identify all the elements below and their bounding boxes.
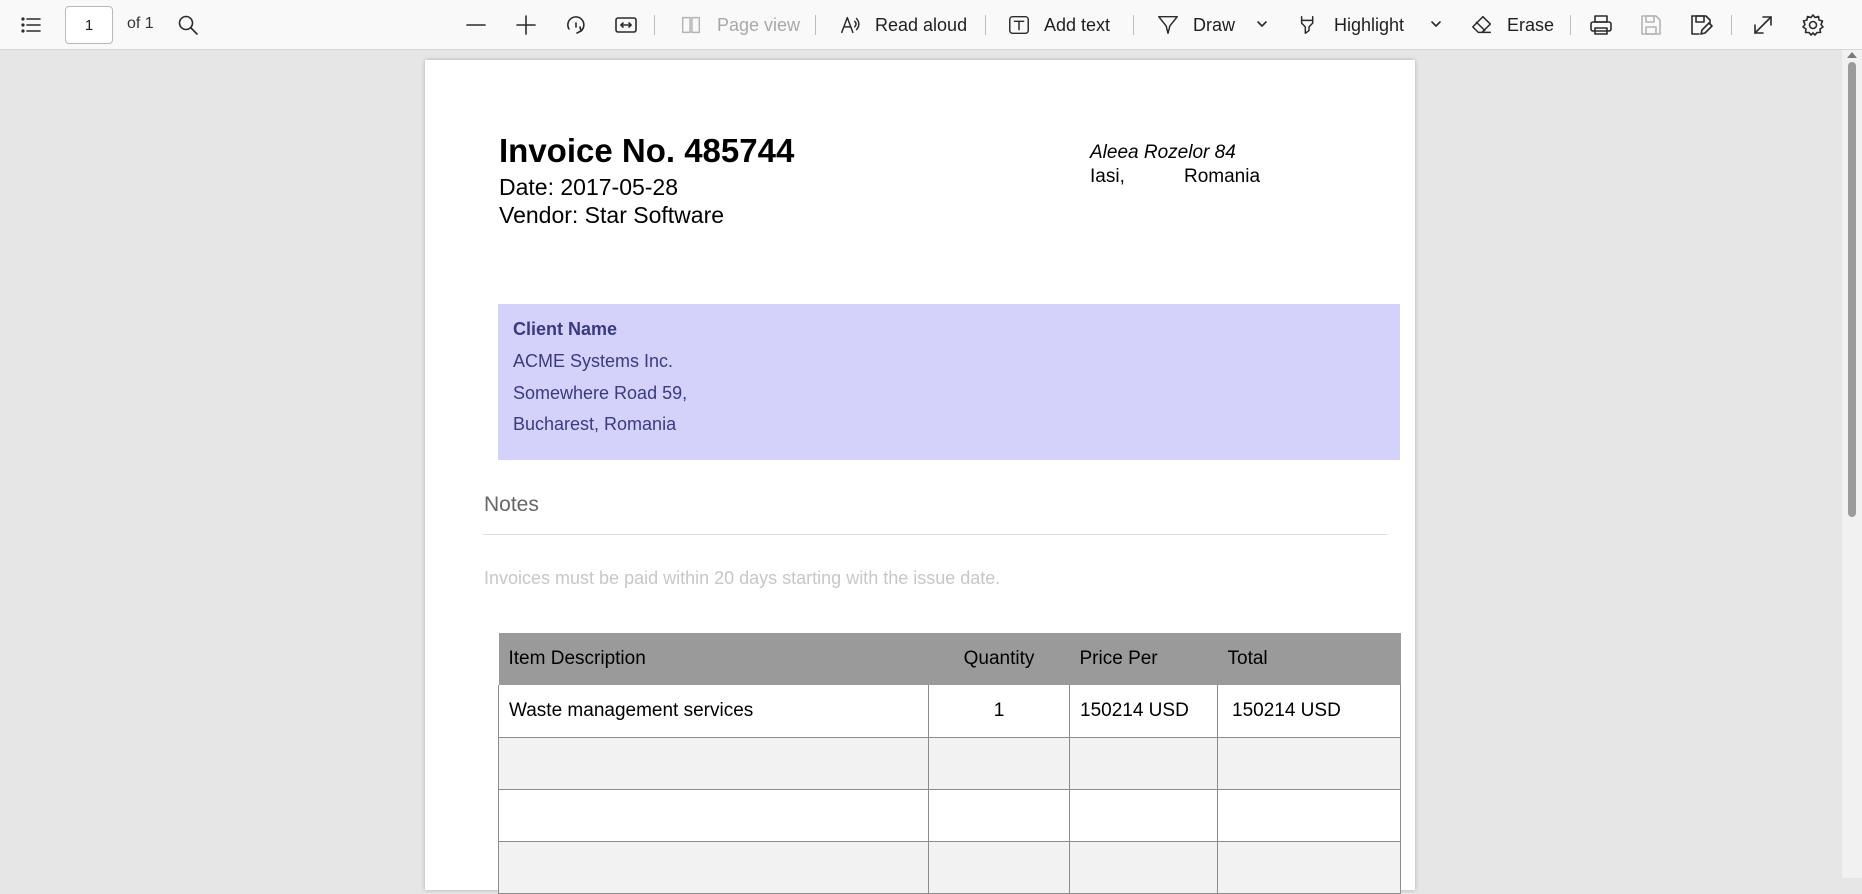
vertical-scrollbar[interactable]	[1842, 50, 1862, 878]
add-text-button[interactable]: Add text	[1007, 13, 1110, 37]
cell-total	[1217, 789, 1401, 842]
cell-quantity	[928, 789, 1070, 842]
page-count-label: of 1	[127, 15, 154, 32]
search-icon	[178, 15, 198, 35]
fit-to-width-button[interactable]	[613, 12, 639, 38]
chevron-down-icon	[1431, 21, 1441, 27]
draw-label: Draw	[1193, 14, 1236, 35]
settings-button[interactable]	[1800, 12, 1826, 38]
pdf-toolbar: 1 of 1 Page view Read aloud Add text Dra…	[0, 0, 1862, 50]
column-header-quantity: Quantity	[928, 633, 1070, 685]
cell-quantity	[928, 737, 1070, 790]
highlight-options-dropdown[interactable]	[1428, 16, 1444, 32]
save-as-icon	[1691, 15, 1713, 35]
invoice-vendor: Vendor: Star Software	[499, 202, 725, 228]
full-screen-button[interactable]	[1750, 12, 1776, 38]
client-heading: Client Name	[513, 319, 618, 339]
toolbar-separator	[1133, 15, 1134, 35]
vendor-address-city: Iasi,	[1090, 166, 1125, 187]
highlight-label: Highlight	[1334, 14, 1405, 35]
erase-label: Erase	[1507, 14, 1555, 35]
save-button[interactable]	[1638, 12, 1664, 38]
cell-description	[498, 841, 929, 894]
notes-heading: Notes	[484, 493, 539, 516]
invoice-title: Invoice No. 485744	[499, 132, 795, 169]
chevron-down-icon	[1257, 21, 1267, 27]
save-as-button[interactable]	[1688, 12, 1714, 38]
read-aloud-button[interactable]: Read aloud	[839, 13, 967, 37]
zoom-out-button[interactable]	[463, 12, 489, 38]
highlight-button[interactable]: Highlight	[1297, 13, 1404, 37]
client-street: Somewhere Road 59,	[513, 383, 688, 403]
zoom-in-button[interactable]	[513, 12, 539, 38]
cell-total	[1217, 841, 1401, 894]
cell-description	[498, 737, 929, 790]
table-row: Waste management services 1 150214 USD 1…	[498, 685, 1401, 738]
minus-icon	[466, 24, 486, 26]
toolbar-separator	[1731, 15, 1732, 35]
highlighter-icon	[1300, 15, 1314, 35]
save-icon	[1641, 15, 1661, 35]
draw-options-dropdown[interactable]	[1254, 16, 1270, 32]
add-text-label: Add text	[1044, 14, 1111, 35]
cell-price	[1069, 737, 1218, 790]
toolbar-separator	[1570, 15, 1571, 35]
client-info-box: Client Name ACME Systems Inc. Somewhere …	[498, 304, 1400, 460]
column-header-price: Price Per	[1069, 633, 1218, 685]
gear-icon	[1802, 14, 1824, 36]
cell-quantity: 1	[928, 685, 1070, 738]
items-table: Item Description Quantity Price Per Tota…	[498, 633, 1401, 894]
toolbar-separator	[654, 15, 655, 35]
vendor-address-street: Aleea Rozelor 84	[1090, 142, 1236, 163]
fit-width-icon	[615, 17, 637, 33]
vendor-address-country: Romania	[1184, 166, 1261, 187]
text-box-icon	[1009, 15, 1029, 35]
list-icon	[21, 17, 41, 33]
table-header-row: Item Description Quantity Price Per Tota…	[498, 633, 1401, 685]
cell-price: 150214 USD	[1069, 685, 1218, 738]
page-number-input[interactable]: 1	[65, 6, 113, 44]
print-button[interactable]	[1588, 12, 1614, 38]
invoice-date: Date: 2017-05-28	[499, 174, 679, 200]
toolbar-separator	[815, 15, 816, 35]
pdf-page: Invoice No. 485744 Date: 2017-05-28 Vend…	[425, 60, 1415, 894]
table-row	[498, 789, 1401, 842]
scroll-up-arrow-icon[interactable]	[1847, 52, 1857, 58]
page-view-label: Page view	[717, 14, 801, 35]
plus-icon	[516, 15, 536, 35]
cell-price	[1069, 789, 1218, 842]
page-view-button[interactable]: Page view	[679, 13, 800, 37]
find-button[interactable]	[175, 12, 201, 38]
cell-total	[1217, 737, 1401, 790]
column-header-total: Total	[1217, 633, 1401, 685]
cell-total: 150214 USD	[1217, 685, 1401, 738]
client-name: ACME Systems Inc.	[513, 351, 674, 371]
printer-icon	[1590, 15, 1612, 35]
rotate-icon	[567, 16, 585, 34]
notes-text: Invoices must be paid within 20 days sta…	[484, 568, 1001, 588]
cell-description	[498, 789, 929, 842]
table-row	[498, 737, 1401, 790]
draw-button[interactable]: Draw	[1156, 13, 1235, 37]
cell-description: Waste management services	[498, 685, 929, 738]
read-aloud-label: Read aloud	[875, 14, 968, 35]
rotate-button[interactable]	[563, 12, 589, 38]
erase-button[interactable]: Erase	[1470, 13, 1554, 37]
notes-divider	[483, 534, 1387, 535]
expand-icon	[1754, 16, 1772, 34]
toolbar-separator	[985, 15, 986, 35]
table-row	[498, 841, 1401, 894]
eraser-icon	[1472, 15, 1492, 34]
cell-price	[1069, 841, 1218, 894]
table-of-contents-button[interactable]	[18, 12, 44, 38]
page-view-icon	[681, 16, 701, 34]
column-header-description: Item Description	[498, 633, 929, 685]
scrollbar-thumb[interactable]	[1848, 62, 1856, 517]
cell-quantity	[928, 841, 1070, 894]
client-city: Bucharest, Romania	[513, 414, 677, 434]
pen-icon	[1158, 15, 1178, 35]
read-aloud-icon	[841, 16, 860, 34]
